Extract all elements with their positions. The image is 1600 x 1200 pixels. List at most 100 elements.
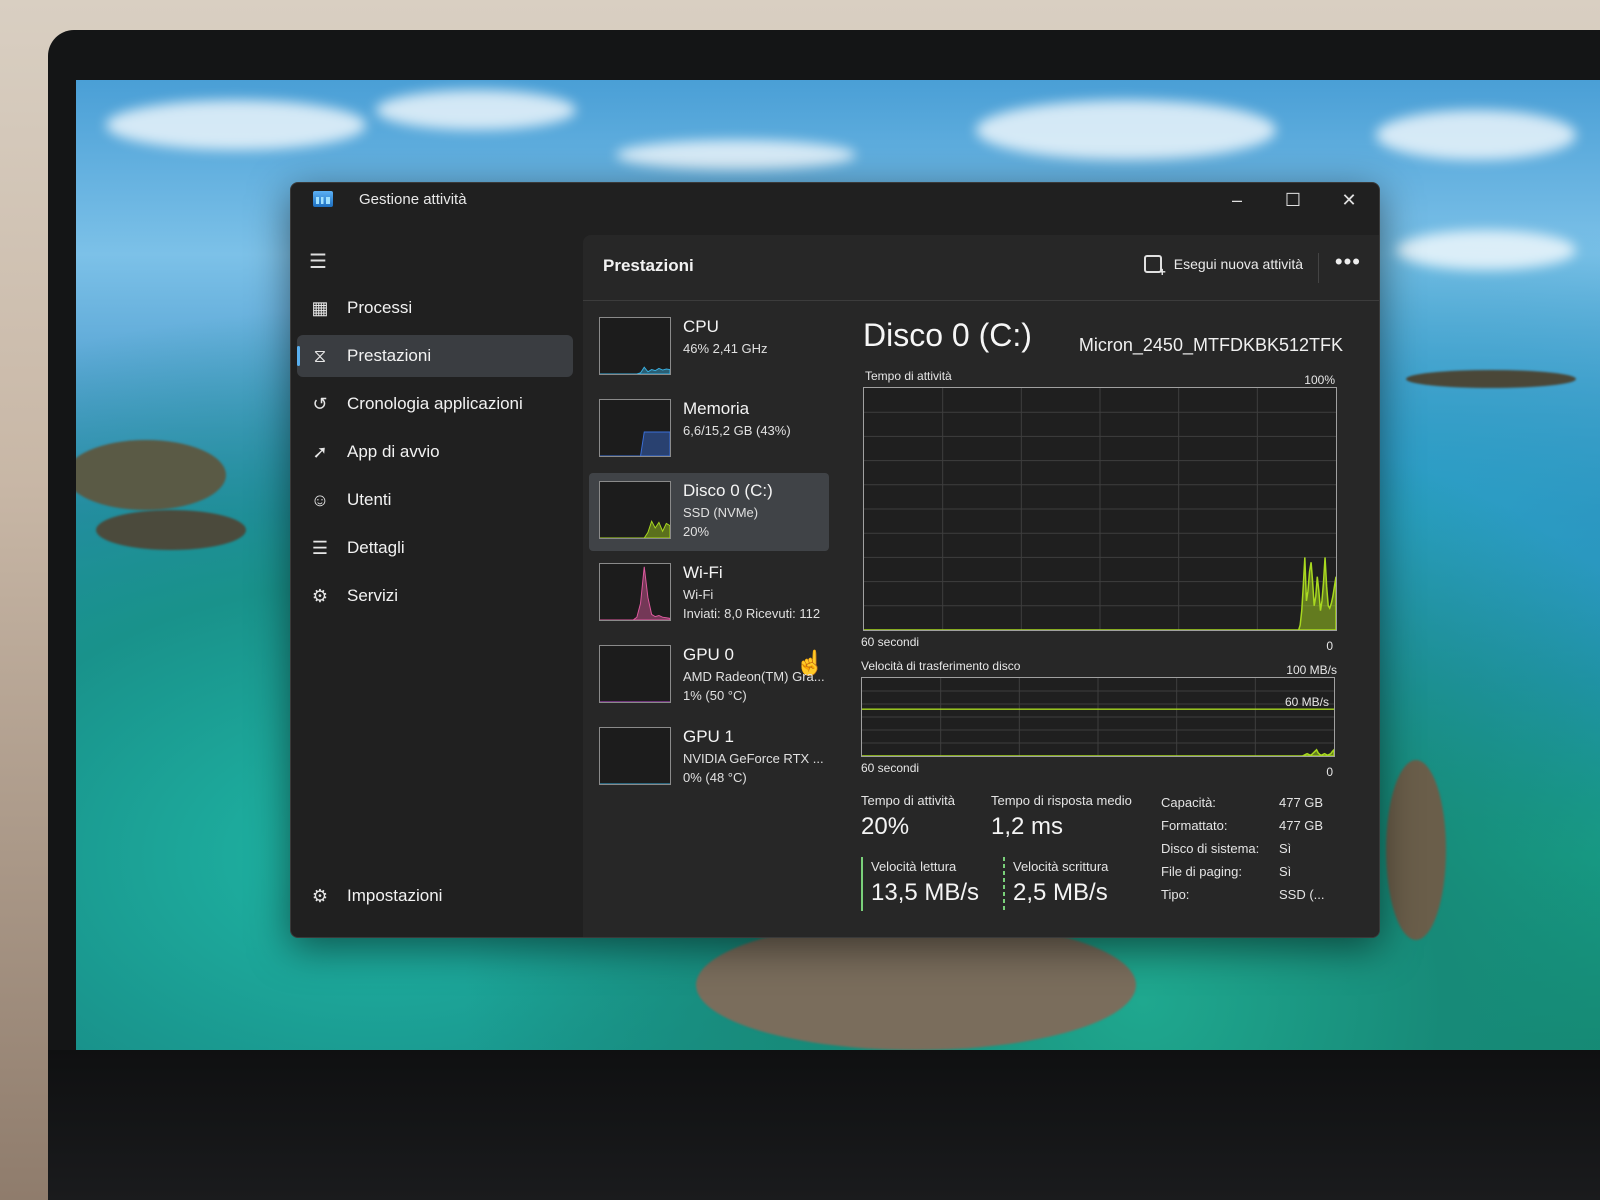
activity-stat-label: Tempo di attività bbox=[861, 793, 955, 808]
read-stat-value: 13,5 MB/s bbox=[871, 879, 980, 906]
sidebar-item-servizi[interactable]: ⚙ Servizi bbox=[297, 575, 573, 617]
transfer-chart-min: 0 bbox=[1326, 765, 1333, 779]
property-key: Capacità: bbox=[1161, 795, 1216, 810]
title-bar[interactable]: Gestione attività – ☐ ✕ bbox=[291, 183, 1379, 239]
resource-name: GPU 1 bbox=[683, 727, 735, 746]
wifi-sparkline bbox=[599, 563, 671, 621]
write-speed-indicator bbox=[1003, 857, 1005, 911]
sparkline-area bbox=[600, 431, 670, 456]
resource-item-disco[interactable]: Disco 0 (C:) SSD (NVMe) 20% ☝ bbox=[589, 473, 829, 677]
page-title: Prestazioni bbox=[603, 256, 694, 275]
sidebar-item-app-avvio[interactable]: ➚ App di avvio bbox=[297, 431, 573, 473]
window-title: Gestione attività bbox=[359, 191, 467, 208]
sidebar-item-label: App di avvio bbox=[347, 442, 440, 461]
sidebar-item-prestazioni[interactable]: ⧖ Prestazioni bbox=[297, 335, 573, 377]
users-icon: ☺ bbox=[310, 489, 330, 510]
more-options-button[interactable]: ••• bbox=[1335, 249, 1361, 275]
resource-detail-2: 0% (48 °C) bbox=[683, 770, 747, 785]
response-stat-value: 1,2 ms bbox=[991, 813, 1064, 840]
resource-name: GPU 0 bbox=[683, 645, 735, 664]
disk-properties: Capacità: 477 GB Formattato: 477 GB Disc… bbox=[1161, 795, 1341, 915]
sparkline-area bbox=[600, 566, 670, 620]
resource-detail: AMD Radeon(TM) Gra... bbox=[683, 669, 825, 684]
resource-detail-2: 20% bbox=[683, 524, 710, 539]
resource-item-cpu[interactable]: CPU 46% 2,41 GHz bbox=[589, 309, 829, 387]
resource-name: CPU bbox=[683, 317, 719, 336]
read-stat-label: Velocità lettura bbox=[871, 859, 957, 874]
transfer-chart-label: Velocità di trasferimento disco bbox=[861, 659, 1021, 673]
sidebar-item-cronologia[interactable]: ↺ Cronologia applicazioni bbox=[297, 383, 573, 425]
write-stat-value: 2,5 MB/s bbox=[1013, 879, 1108, 906]
transfer-chart-max: 100 MB/s bbox=[1286, 663, 1337, 677]
gpu1-sparkline bbox=[599, 727, 671, 785]
sidebar-item-label: Prestazioni bbox=[347, 346, 432, 365]
activity-chart-label: Tempo di attività bbox=[865, 369, 952, 383]
sparkline-area bbox=[600, 366, 670, 374]
activity-stat-value: 20% bbox=[861, 813, 910, 840]
sidebar-item-impostazioni[interactable]: ⚙ Impostazioni bbox=[297, 875, 573, 917]
property-key: Disco di sistema: bbox=[1161, 841, 1260, 856]
gear-icon: ⚙ bbox=[311, 885, 329, 906]
run-new-task-button[interactable]: Esegui nuova attività bbox=[1143, 255, 1303, 279]
disk-model: Micron_2450_MTFDKBK512TFK bbox=[1078, 335, 1343, 355]
disk-sparkline bbox=[599, 481, 671, 539]
services-icon: ⚙ bbox=[311, 585, 329, 606]
transfer-chart bbox=[861, 677, 1335, 757]
sparkline-area bbox=[600, 519, 670, 538]
resource-item-wifi[interactable]: Wi-Fi Wi-Fi Inviati: 8,0 Ricevuti: 112 bbox=[589, 555, 829, 633]
sidebar-item-dettagli[interactable]: ☰ Dettagli bbox=[297, 527, 573, 569]
new-task-icon bbox=[1143, 255, 1166, 279]
activity-chart-time: 60 secondi bbox=[861, 635, 920, 649]
processes-icon: ▦ bbox=[311, 297, 329, 318]
property-key: Tipo: bbox=[1161, 887, 1190, 902]
resource-item-gpu1[interactable]: GPU 1 NVIDIA GeForce RTX ... 0% (48 °C) bbox=[589, 719, 829, 797]
gpu0-sparkline bbox=[599, 645, 671, 703]
sidebar-item-label: Servizi bbox=[347, 586, 399, 605]
activity-chart bbox=[863, 387, 1337, 631]
transfer-chart-time: 60 secondi bbox=[861, 761, 920, 775]
property-key: File di paging: bbox=[1161, 864, 1242, 879]
write-stat-label: Velocità scrittura bbox=[1013, 859, 1109, 874]
resource-item-gpu0[interactable]: GPU 0 AMD Radeon(TM) Gra... 1% (50 °C) bbox=[589, 637, 829, 715]
sidebar: ☰ ▦ Processi ⧖ Prestazioni ↺ Cronologia … bbox=[291, 239, 581, 937]
hamburger-menu-icon[interactable]: ☰ bbox=[309, 249, 331, 274]
sidebar-item-label: Utenti bbox=[347, 490, 392, 509]
task-manager-window: Gestione attività – ☐ ✕ ☰ ▦ Processi ⧖ P… bbox=[290, 182, 1380, 938]
resource-detail-2: Inviati: 8,0 Ricevuti: 112 bbox=[683, 606, 821, 621]
sidebar-item-label: Processi bbox=[347, 298, 413, 317]
resource-name: Disco 0 (C:) bbox=[683, 481, 773, 500]
resource-detail: Wi-Fi bbox=[683, 587, 714, 602]
sidebar-item-processi[interactable]: ▦ Processi bbox=[297, 287, 573, 329]
activity-chart-min: 0 bbox=[1326, 639, 1333, 653]
sidebar-item-utenti[interactable]: ☺ Utenti bbox=[297, 479, 573, 521]
resource-detail-2: 1% (50 °C) bbox=[683, 688, 747, 703]
performance-icon: ⧖ bbox=[313, 345, 327, 366]
header-divider bbox=[1318, 253, 1319, 283]
property-value: 477 GB bbox=[1279, 818, 1324, 833]
transfer-chart-ref: 60 MB/s bbox=[1284, 695, 1329, 709]
task-manager-app-icon bbox=[313, 191, 333, 207]
disk-title: Disco 0 (C:) bbox=[863, 317, 1032, 353]
sidebar-item-label: Impostazioni bbox=[347, 886, 443, 905]
sidebar-item-label: Cronologia applicazioni bbox=[347, 394, 523, 413]
minimize-button[interactable]: – bbox=[1213, 185, 1261, 215]
panel-header: Prestazioni Esegui nuova attività ••• bbox=[583, 235, 1379, 301]
disk-detail: Disco 0 (C:) Micron_2450_MTFDKBK512TFK T… bbox=[853, 309, 1343, 937]
property-value: 477 GB bbox=[1279, 795, 1324, 810]
resource-detail: 6,6/15,2 GB (43%) bbox=[683, 423, 791, 438]
cpu-sparkline bbox=[599, 317, 671, 375]
property-value: Sì bbox=[1279, 841, 1292, 856]
close-button[interactable]: ✕ bbox=[1325, 185, 1373, 215]
performance-panel: Prestazioni Esegui nuova attività ••• CP… bbox=[583, 235, 1379, 937]
response-stat-label: Tempo di risposta medio bbox=[991, 793, 1132, 808]
laptop-base bbox=[48, 1050, 1600, 1200]
resource-item-memoria[interactable]: Memoria 6,6/15,2 GB (43%) bbox=[589, 391, 829, 469]
property-key: Formattato: bbox=[1161, 818, 1228, 833]
resource-detail: 46% 2,41 GHz bbox=[683, 341, 768, 356]
activity-chart-max: 100% bbox=[1304, 373, 1335, 387]
maximize-button[interactable]: ☐ bbox=[1269, 185, 1317, 215]
property-value: Sì bbox=[1279, 864, 1292, 879]
resource-detail: SSD (NVMe) bbox=[683, 505, 759, 520]
resource-name: Memoria bbox=[683, 399, 750, 418]
details-icon: ☰ bbox=[311, 537, 329, 558]
